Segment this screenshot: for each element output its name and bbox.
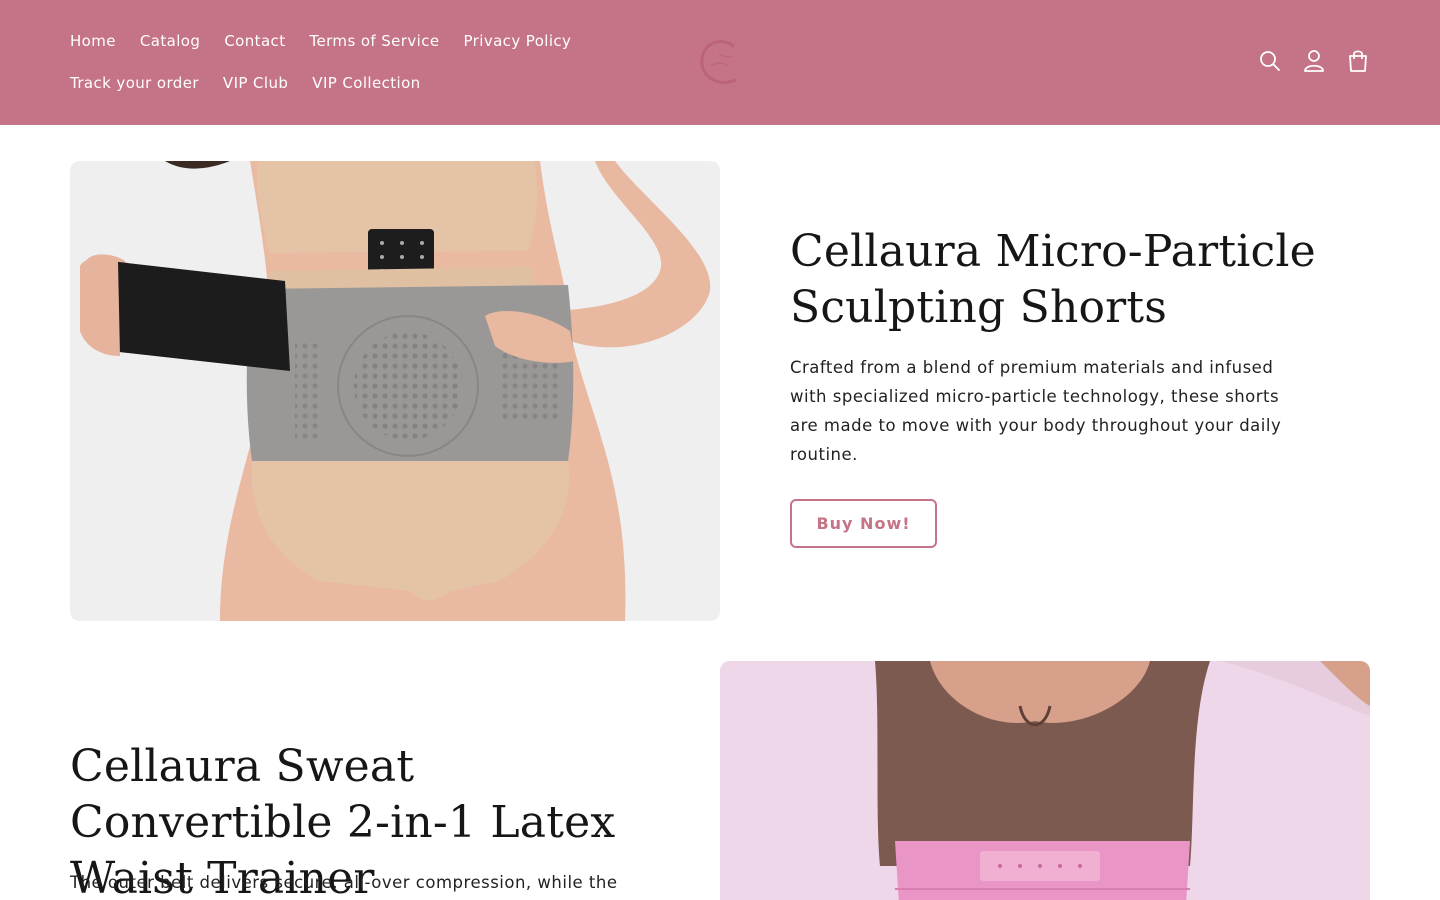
nav-link-terms-of-service[interactable]: Terms of Service — [309, 32, 439, 50]
nav-link-home[interactable]: Home — [70, 32, 116, 50]
main-nav: Home Catalog Contact Terms of Service Pr… — [70, 20, 630, 104]
nav-link-contact[interactable]: Contact — [224, 32, 285, 50]
nav-link-vip-collection[interactable]: VIP Collection — [312, 74, 420, 92]
product-title-shorts[interactable]: Cellaura Micro-Particle Sculpting Shorts — [790, 224, 1390, 336]
nav-row-2: Track your order VIP Club VIP Collection — [70, 62, 630, 104]
search-icon[interactable] — [1258, 48, 1282, 74]
product-image-waist-trainer — [720, 661, 1370, 900]
product-description-waist-trainer: The outer belt delivers secure, all-over… — [70, 873, 618, 892]
nav-link-track-order[interactable]: Track your order — [70, 74, 199, 92]
cart-icon[interactable] — [1346, 48, 1370, 74]
nav-link-privacy-policy[interactable]: Privacy Policy — [464, 32, 572, 50]
product-description-shorts: Crafted from a blend of premium material… — [790, 358, 1282, 464]
nav-link-vip-club[interactable]: VIP Club — [223, 74, 288, 92]
buy-now-button[interactable]: Buy Now! — [790, 499, 937, 548]
header-icons — [1258, 48, 1370, 74]
account-icon[interactable] — [1302, 48, 1326, 74]
product-image-shorts — [70, 161, 720, 621]
site-header: Home Catalog Contact Terms of Service Pr… — [0, 0, 1440, 125]
store-logo[interactable] — [697, 36, 743, 88]
nav-link-catalog[interactable]: Catalog — [140, 32, 200, 50]
nav-row-1: Home Catalog Contact Terms of Service Pr… — [70, 20, 630, 62]
